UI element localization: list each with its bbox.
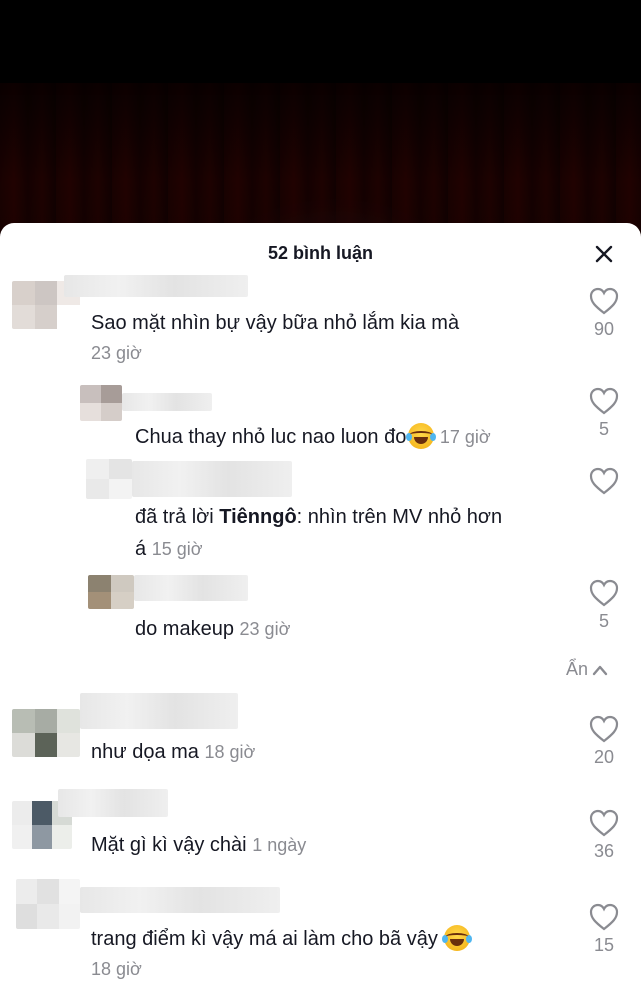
username-blurred[interactable] [134,575,248,601]
heart-icon [589,715,619,743]
comment-text: như dọa ma 18 giờ [91,741,256,763]
avatar[interactable] [80,385,122,421]
avatar[interactable] [16,879,80,929]
laughing-tears-emoji [441,925,472,951]
heart-icon [589,903,619,931]
username-blurred[interactable] [80,693,238,729]
like-count: 5 [598,611,609,631]
reply-text: Chua thay nhỏ luc nao luon đo 17 giờ [135,423,491,451]
like-count: 15 [593,935,615,955]
username-blurred[interactable] [132,461,292,497]
comment-text: trang điểm kì vậy má ai làm cho bã vậy [91,925,472,953]
heart-icon [589,809,619,837]
heart-icon [589,387,619,415]
comment-count-title: 52 bình luận [267,243,373,263]
avatar[interactable] [88,575,134,609]
like-count: 5 [598,419,609,439]
like-button[interactable]: 36 [584,809,624,862]
like-button[interactable]: 90 [584,287,624,340]
reply-text-continued: á 15 giờ [135,538,203,560]
hide-replies-button[interactable]: Ẩn [566,659,608,680]
reply-text: đã trả lời Tiênngô: nhìn trên MV nhỏ hơn [135,506,503,528]
comment-time: 23 giờ [91,343,142,363]
username-blurred[interactable] [80,887,280,913]
chevron-up-icon [592,665,608,675]
like-button[interactable]: 15 [584,903,624,956]
reply-text: do makeup 23 giờ [135,618,291,640]
like-count: 90 [593,319,615,339]
comment-text: Mặt gì kì vậy chài 1 ngày [91,834,307,856]
close-icon[interactable] [591,241,617,267]
username-blurred[interactable] [58,789,168,817]
comment-text: Sao mặt nhìn bự vậy bữa nhỏ lắm kia mà [91,312,460,334]
like-button[interactable]: 5 [584,579,624,632]
like-button[interactable] [584,467,624,499]
like-count: 36 [593,841,615,861]
comment-time: 18 giờ [91,959,142,979]
like-button[interactable]: 20 [584,715,624,768]
heart-icon [589,579,619,607]
username-blurred[interactable] [64,275,248,297]
like-count: 20 [593,747,615,767]
heart-icon [589,467,619,495]
avatar[interactable] [12,709,80,757]
comments-sheet: 52 bình luận Sao mặt nhìn bự vậy bữa nhỏ… [0,223,641,1000]
username-blurred[interactable] [122,393,212,411]
laughing-tears-emoji [406,423,437,449]
video-background [0,83,641,243]
heart-icon [589,287,619,315]
reply-to-username[interactable]: Tiênngô [219,506,296,528]
like-button[interactable]: 5 [584,387,624,440]
avatar[interactable] [86,459,132,499]
